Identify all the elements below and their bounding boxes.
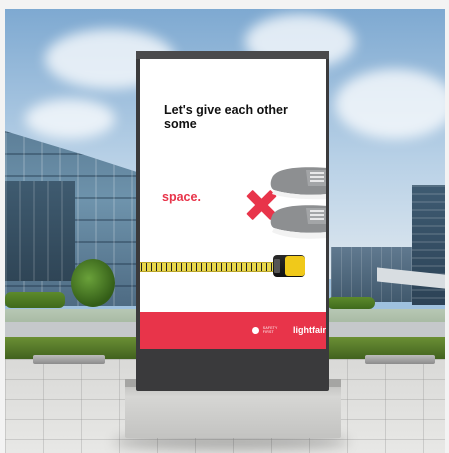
tree bbox=[71, 259, 115, 307]
hedge-left bbox=[5, 292, 65, 308]
bench-right bbox=[365, 355, 435, 364]
hedge-right bbox=[327, 297, 375, 309]
measuring-tape-hook bbox=[274, 259, 280, 273]
building-left-lower bbox=[5, 181, 75, 281]
bench-left bbox=[33, 355, 105, 364]
poster-accent-word: space. bbox=[162, 190, 201, 204]
sneaker-bottom-icon bbox=[270, 205, 326, 239]
brand-tagline: SAFETY FIRST bbox=[262, 326, 278, 334]
brand-logo: SAFETY FIRST lightfair bbox=[252, 325, 326, 335]
poster: Let's give each other some space. SAFETY… bbox=[140, 59, 326, 349]
photo: Let's give each other some space. SAFETY… bbox=[5, 9, 445, 453]
measuring-tape-blade bbox=[140, 262, 274, 272]
measuring-tape-case bbox=[285, 256, 305, 276]
kiosk-top bbox=[136, 51, 329, 59]
brand-dot-icon bbox=[252, 326, 259, 334]
sneaker-top-icon bbox=[270, 167, 326, 200]
poster-headline: Let's give each other some bbox=[164, 103, 288, 131]
brand-name: lightfair bbox=[293, 325, 326, 335]
